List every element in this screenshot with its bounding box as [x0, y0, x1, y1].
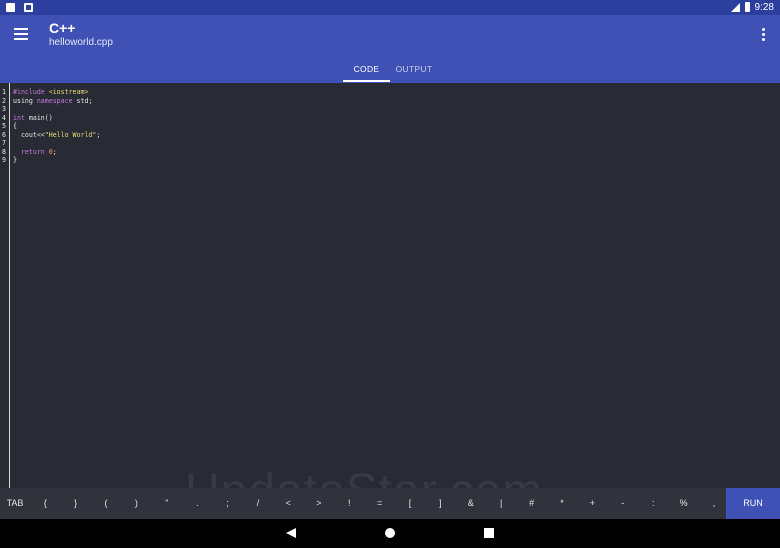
code-line: #include <iostream>: [13, 88, 100, 97]
tab-output[interactable]: OUTPUT: [390, 59, 438, 83]
symbol-key[interactable]: ": [152, 488, 182, 519]
symbol-key[interactable]: /: [243, 488, 273, 519]
code-line: return 0;: [13, 148, 100, 157]
symbol-key[interactable]: ,: [699, 488, 729, 519]
symbol-key[interactable]: %: [668, 488, 698, 519]
battery-icon: [745, 2, 750, 12]
symbol-key[interactable]: >: [304, 488, 334, 519]
line-numbers: 123456789: [2, 88, 6, 165]
code-token: #include: [13, 88, 49, 96]
run-button[interactable]: RUN: [726, 488, 780, 519]
symbol-key[interactable]: [: [395, 488, 425, 519]
code-token: "Hello World": [44, 130, 97, 139]
symbol-key[interactable]: ;: [212, 488, 242, 519]
symbol-key[interactable]: |: [486, 488, 516, 519]
line-number: 8: [2, 147, 6, 156]
symbol-key[interactable]: !: [334, 488, 364, 519]
app-title: C++: [49, 20, 76, 36]
tab-key[interactable]: TAB: [0, 488, 30, 519]
image-notification-icon: [6, 3, 15, 12]
symbol-key[interactable]: (: [91, 488, 121, 519]
code-token: {: [13, 122, 17, 130]
line-number: 6: [2, 130, 6, 139]
code-token: <iostream>: [48, 88, 89, 96]
symbol-key[interactable]: ): [121, 488, 151, 519]
recents-icon[interactable]: [484, 528, 494, 538]
code-token: using: [13, 96, 37, 105]
home-icon[interactable]: [385, 528, 395, 538]
file-name: helloworld.cpp: [49, 37, 113, 48]
status-clock: 9:28: [754, 2, 774, 13]
code-text[interactable]: #include <iostream> using namespace std; i…: [13, 88, 100, 165]
line-number: 5: [2, 122, 6, 130]
code-line: using namespace std;: [13, 97, 100, 106]
code-line: int main(): [13, 114, 100, 123]
code-token: main(): [24, 113, 53, 122]
navigation-bar: [0, 519, 780, 548]
code-token: std;: [72, 96, 93, 105]
symbol-key[interactable]: }: [60, 488, 90, 519]
line-number: 3: [2, 105, 6, 113]
status-bar: 9:28: [0, 0, 780, 15]
symbol-key[interactable]: <: [273, 488, 303, 519]
symbol-key[interactable]: &: [456, 488, 486, 519]
code-token: ;: [96, 130, 101, 139]
menu-icon[interactable]: [14, 27, 30, 41]
symbol-key[interactable]: *: [547, 488, 577, 519]
code-token: }: [13, 156, 17, 164]
code-editor[interactable]: 123456789 #include <iostream> using names…: [0, 83, 780, 488]
symbol-key[interactable]: .: [182, 488, 212, 519]
app-bar: C++ helloworld.cpp CODE OUTPUT: [0, 15, 780, 83]
symbol-key[interactable]: +: [577, 488, 607, 519]
symbol-key[interactable]: {: [30, 488, 60, 519]
symbol-key[interactable]: =: [364, 488, 394, 519]
symbol-key[interactable]: ]: [425, 488, 455, 519]
signal-icon: [731, 3, 740, 12]
code-line: }: [13, 156, 100, 165]
keyboard-shortcut-bar: RUN TAB{}() ".; / < >! =[] & | # * + -:%,: [0, 488, 780, 519]
code-token: return: [13, 147, 49, 156]
tab-indicator: [343, 80, 390, 82]
line-number: 4: [2, 113, 6, 122]
symbol-key[interactable]: -: [608, 488, 638, 519]
code-line: cout<<"Hello World";: [13, 131, 100, 140]
code-token: cout<<: [13, 130, 45, 139]
line-number: 9: [2, 156, 6, 164]
line-number: 2: [2, 96, 6, 105]
line-number: 1: [2, 88, 6, 96]
code-token: namespace: [36, 96, 73, 105]
code-token: ;: [52, 147, 57, 156]
message-notification-icon: [24, 3, 33, 12]
more-vert-icon[interactable]: [762, 28, 766, 42]
code-token: int: [13, 113, 25, 122]
symbol-key[interactable]: :: [638, 488, 668, 519]
code-line: {: [13, 122, 100, 131]
symbol-key[interactable]: #: [516, 488, 546, 519]
back-icon[interactable]: [286, 528, 296, 538]
line-number: 7: [2, 139, 6, 147]
